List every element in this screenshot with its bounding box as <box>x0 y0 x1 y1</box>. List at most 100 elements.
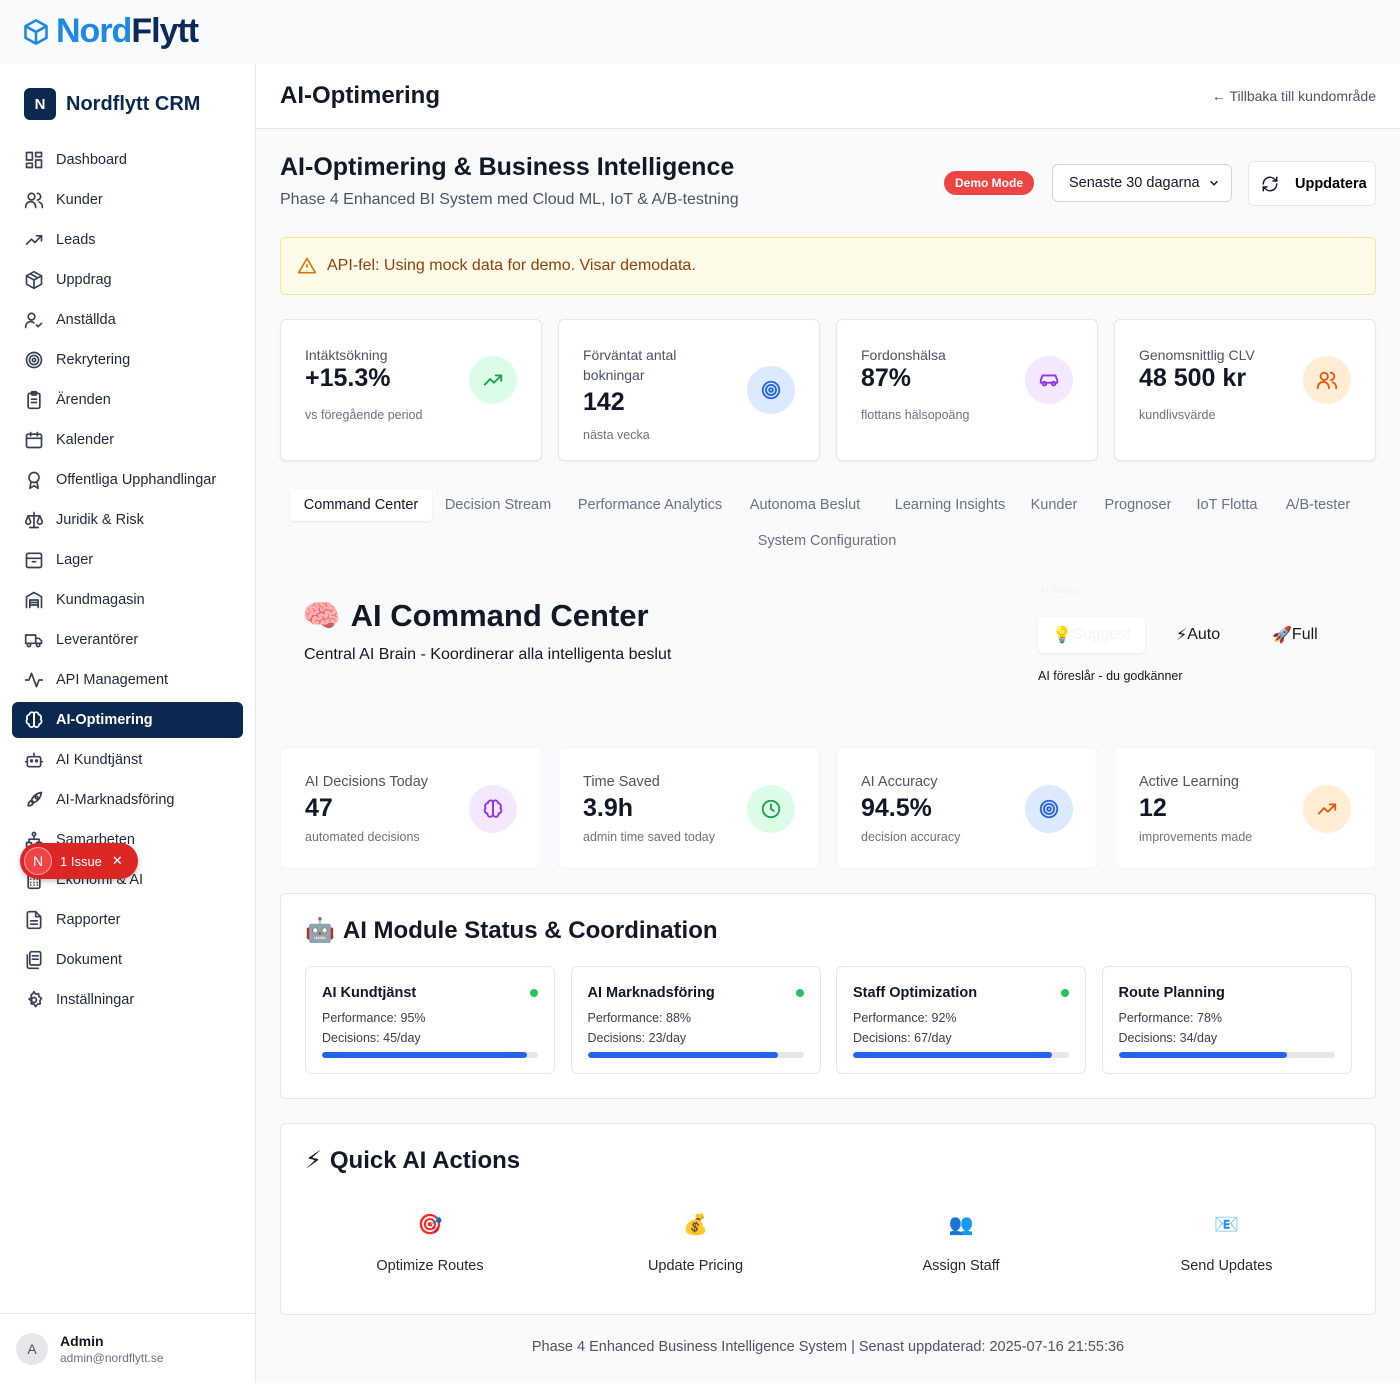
stat-value: 94.5% <box>861 794 932 822</box>
stat-label: AI Decisions Today <box>305 774 429 790</box>
sidebar-item-anstallda[interactable]: Anställda <box>12 302 243 338</box>
api-error-alert: API-fel: Using mock data for demo. Visar… <box>280 237 1376 295</box>
module-card[interactable]: Staff Optimization Performance: 92% Decisi… <box>836 966 1086 1074</box>
brand-logo[interactable]: NordFlytt <box>22 12 199 51</box>
mode-suggest-button[interactable]: 💡 Suggest <box>1038 617 1145 653</box>
refresh-button[interactable]: Uppdatera <box>1248 161 1376 206</box>
sidebar-item-leads[interactable]: Leads <box>12 222 243 258</box>
stat-card: AI Decisions Today 47 automated decisions <box>280 747 542 869</box>
module-name: AI Kundtjänst <box>322 985 417 1001</box>
sidebar-item-ai-kundtjanst[interactable]: AI Kundtjänst <box>12 742 243 778</box>
demo-mode-badge: Demo Mode <box>944 171 1035 195</box>
module-card[interactable]: Route Planning Performance: 78% Decisions:… <box>1101 966 1352 1074</box>
sidebar-item-kundmagasin[interactable]: Kundmagasin <box>12 582 243 618</box>
module-decisions: Decisions: 45/day <box>322 1031 421 1045</box>
sidebar-item-label: Kalender <box>56 432 115 448</box>
module-performance: Performance: 92% <box>853 1011 957 1025</box>
sidebar-item-rekrytering[interactable]: Rekrytering <box>12 342 243 378</box>
period-value: Senaste 30 dagarna <box>1069 175 1200 191</box>
warning-icon <box>297 257 317 274</box>
avatar: A <box>16 1332 48 1365</box>
mode-auto-button[interactable]: ⚡ Auto <box>1176 617 1220 653</box>
module-performance: Performance: 88% <box>587 1011 692 1025</box>
brain-icon <box>24 710 44 730</box>
back-link[interactable]: ← Tillbaka till kundområde <box>1212 88 1376 104</box>
sidebar-item-offentliga-upphandlingar[interactable]: Offentliga Upphandlingar <box>12 462 243 498</box>
tab-command-center[interactable]: Command Center <box>290 489 432 521</box>
tab-learning-insights[interactable]: Learning Insights <box>880 489 1020 521</box>
sidebar-item-label: Dashboard <box>56 152 127 168</box>
sidebar-item-kunder[interactable]: Kunder <box>12 182 243 218</box>
sidebar-item-label: Inställningar <box>56 992 135 1008</box>
sidebar-item-rapporter[interactable]: Rapporter <box>12 902 243 938</box>
trending-up-icon <box>1303 785 1351 833</box>
activity-icon <box>24 670 44 690</box>
envelope-icon: 📧 <box>1214 1214 1239 1236</box>
issue-label: 1 Issue <box>60 853 102 869</box>
chevron-down-icon <box>1209 180 1219 186</box>
sidebar-item-arenden[interactable]: Ärenden <box>12 382 243 418</box>
module-performance: Performance: 78% <box>1118 1011 1223 1025</box>
tab-autonoma-beslut[interactable]: Autonoma Beslut <box>742 489 868 521</box>
sidebar-item-api-management[interactable]: API Management <box>12 662 243 698</box>
quick-actions-panel: ⚡ Quick AI Actions 🎯 Optimize Routes 💰 Upda… <box>280 1123 1376 1315</box>
tab-prognoser[interactable]: Prognoser <box>1092 489 1184 521</box>
tab-iot-flotta[interactable]: IoT Flotta <box>1186 489 1268 521</box>
module-decisions: Decisions: 67/day <box>853 1031 952 1045</box>
tab-a-b-tester[interactable]: A/B-tester <box>1272 489 1364 521</box>
rocket-icon <box>24 790 44 810</box>
sidebar-item-ai-marknadsforing[interactable]: AI-Marknadsföring <box>12 782 243 818</box>
sidebar-item-juridik-risk[interactable]: Juridik & Risk <box>12 502 243 538</box>
stat-value: 47 <box>305 794 333 822</box>
clipboard-icon <box>24 390 44 410</box>
sidebar-item-uppdrag[interactable]: Uppdrag <box>12 262 243 298</box>
module-card[interactable]: AI Marknadsföring Performance: 88% Decisio… <box>570 966 821 1074</box>
status-dot <box>530 989 538 997</box>
command-center-subtitle: Central AI Brain - Koordinerar alla inte… <box>304 646 672 663</box>
module-card[interactable]: AI Kundtjänst Performance: 95% Decisions: … <box>305 966 555 1074</box>
quick-action-optimize-routes[interactable]: 🎯 Optimize Routes <box>330 1212 530 1274</box>
kpi-value: 142 <box>583 388 625 416</box>
sidebar-item-dokument[interactable]: Dokument <box>12 942 243 978</box>
quick-action-assign-staff[interactable]: 👥 Assign Staff <box>861 1212 1061 1274</box>
bi-subtitle: Phase 4 Enhanced BI System med Cloud ML,… <box>280 191 739 208</box>
sidebar-item-leverantorer[interactable]: Leverantörer <box>12 622 243 658</box>
calendar-icon <box>24 430 44 450</box>
refresh-icon <box>1262 176 1278 191</box>
bot-icon <box>24 750 44 770</box>
quick-action-label: Update Pricing <box>647 1258 744 1274</box>
ai-mode-label: AI Mode <box>1038 583 1083 597</box>
sidebar-item-label: Juridik & Risk <box>56 512 144 528</box>
module-performance: Performance: 95% <box>322 1011 426 1025</box>
tab-performance-analytics[interactable]: Performance Analytics <box>566 489 734 521</box>
close-icon[interactable]: ✕ <box>112 853 123 869</box>
sidebar-item-installningar[interactable]: Inställningar <box>12 982 243 1018</box>
period-select[interactable]: Senaste 30 dagarna <box>1052 164 1232 202</box>
performance-bar-fill <box>587 1052 778 1058</box>
sidebar-item-kalender[interactable]: Kalender <box>12 422 243 458</box>
user-email: admin@nordflytt.se <box>60 1350 164 1365</box>
money-bag-icon: 💰 <box>683 1214 708 1236</box>
sidebar-item-label: Kundmagasin <box>56 592 145 608</box>
performance-bar <box>1118 1052 1335 1058</box>
module-name: Staff Optimization <box>853 985 978 1001</box>
sidebar-item-dashboard[interactable]: Dashboard <box>12 142 243 178</box>
sidebar-item-label: Rekrytering <box>56 352 131 368</box>
issue-badge[interactable]: N 1 Issue ✕ <box>20 843 138 879</box>
mode-full-button[interactable]: 🚀 Full <box>1272 617 1318 653</box>
dashboard-icon <box>24 150 44 170</box>
tab-system-configuration[interactable]: System Configuration <box>743 525 911 557</box>
people-icon: 👥 <box>948 1214 974 1236</box>
kpi-label: Förväntat antal bokningar <box>583 347 677 383</box>
sidebar-nav: Dashboard Kunder Leads Uppdrag Anställda Rekr… <box>12 142 243 1022</box>
sidebar-item-lager[interactable]: Lager <box>12 542 243 578</box>
tab-decision-stream[interactable]: Decision Stream <box>432 489 564 521</box>
quick-action-update-pricing[interactable]: 💰 Update Pricing <box>596 1212 796 1274</box>
quick-action-send-updates[interactable]: 📧 Send Updates <box>1127 1212 1327 1274</box>
kpi-sub: kundlivsvärde <box>1139 408 1216 422</box>
target-icon <box>747 366 795 414</box>
tab-kunder[interactable]: Kunder <box>1020 489 1088 521</box>
user-profile[interactable]: A Admin admin@nordflytt.se <box>0 1313 255 1383</box>
sidebar-item-ai-optimering[interactable]: AI-Optimering <box>12 702 243 738</box>
module-status-panel: 🤖 AI Module Status & Coordination AI Kun… <box>280 893 1376 1099</box>
